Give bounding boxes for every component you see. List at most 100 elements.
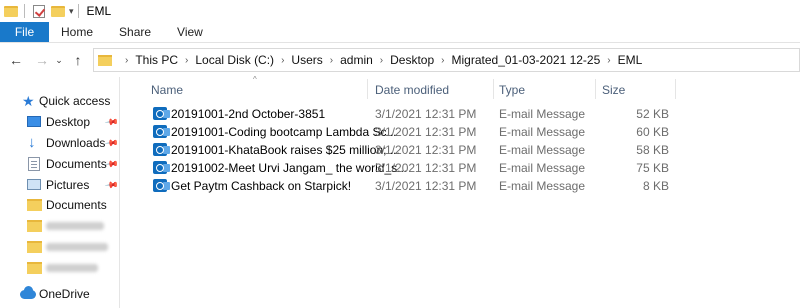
file-name: 20191001-2nd October-3851 (171, 107, 326, 121)
breadcrumb-chevron-icon[interactable]: › (125, 55, 128, 66)
pictures-icon (27, 179, 41, 190)
file-row[interactable]: 20191001-2nd October-3851 3/1/2021 12:31… (149, 105, 669, 123)
properties-icon[interactable] (33, 4, 45, 18)
back-arrow-icon[interactable]: ← (6, 52, 26, 68)
nav-label: OneDrive (39, 287, 90, 301)
breadcrumb-chevron-icon[interactable]: › (380, 55, 383, 66)
file-name: 20191001-KhataBook raises $25 million; .… (171, 143, 400, 157)
navigation-pane: ★ Quick access Desktop 📌 ↓ Downloads 📌 D… (0, 77, 120, 308)
divider (77, 4, 79, 18)
file-name: 20191002-Meet Urvi Jangam_ the world_s..… (171, 161, 408, 175)
outlook-mail-icon (153, 161, 170, 174)
file-size: 60 KB (636, 125, 669, 139)
column-divider[interactable] (675, 79, 676, 99)
documents-icon (28, 157, 40, 171)
file-date: 3/1/2021 12:31 PM (375, 161, 477, 175)
folder-icon (27, 220, 42, 232)
file-date: 3/1/2021 12:31 PM (375, 179, 477, 193)
new-folder-icon[interactable] (51, 5, 65, 17)
pin-icon[interactable]: 📌 (104, 115, 119, 131)
navigation-bar: ← → ⌄ ↑ › This PC › Local Disk (C:) › Us… (0, 43, 800, 77)
title-bar: ▾ EML (0, 0, 800, 22)
nav-label: Desktop (46, 115, 91, 129)
redacted-label (46, 222, 104, 230)
nav-pictures[interactable]: Pictures 📌 (0, 175, 120, 195)
file-size: 58 KB (636, 143, 669, 157)
nav-quick-access[interactable]: ★ Quick access (0, 91, 120, 111)
breadcrumb-users[interactable]: Users (291, 53, 322, 67)
nav-label: Quick access (39, 94, 111, 108)
forward-arrow-icon[interactable]: → (32, 52, 52, 68)
nav-documents-folder[interactable]: Documents (0, 195, 120, 215)
column-header-size[interactable]: Size (602, 83, 625, 97)
file-row[interactable]: 20191002-Meet Urvi Jangam_ the world_s..… (149, 159, 669, 177)
nav-label: Documents (46, 157, 107, 171)
column-header-date[interactable]: Date modified (375, 83, 449, 97)
nav-documents[interactable]: Documents 📌 (0, 154, 120, 174)
outlook-mail-icon (153, 143, 170, 156)
breadcrumb-admin[interactable]: admin (340, 53, 373, 67)
breadcrumb-chevron-icon[interactable]: › (281, 55, 284, 66)
nav-redacted-folder[interactable] (0, 258, 120, 278)
outlook-mail-icon (153, 107, 170, 120)
nav-onedrive[interactable]: OneDrive (0, 284, 120, 304)
file-name: 20191001-Coding bootcamp Lambda Sc... (171, 125, 397, 139)
pin-icon[interactable]: 📌 (104, 136, 119, 152)
breadcrumb-desktop[interactable]: Desktop (390, 53, 434, 67)
file-list: ^ Name Date modified Type Size 20191001-… (135, 75, 800, 308)
file-row[interactable]: 20191001-KhataBook raises $25 million; .… (149, 141, 669, 159)
folder-icon (27, 241, 42, 253)
column-divider[interactable] (367, 79, 368, 99)
breadcrumb-chevron-icon[interactable]: › (185, 55, 188, 66)
file-row[interactable]: 20191001-Coding bootcamp Lambda Sc... 3/… (149, 123, 669, 141)
column-divider[interactable] (595, 79, 596, 99)
breadcrumb-local-disk[interactable]: Local Disk (C:) (195, 53, 274, 67)
file-size: 8 KB (642, 179, 669, 193)
nav-label: Downloads (46, 136, 106, 150)
breadcrumb-chevron-icon[interactable]: › (607, 55, 610, 66)
desktop-icon (27, 116, 41, 127)
file-name: Get Paytm Cashback on Starpick! (171, 179, 352, 193)
folder-icon (27, 199, 42, 211)
file-size: 52 KB (636, 107, 669, 121)
nav-downloads[interactable]: ↓ Downloads 📌 (0, 133, 120, 153)
column-header-name[interactable]: Name (151, 83, 183, 97)
file-size: 75 KB (636, 161, 669, 175)
folder-icon (98, 54, 112, 66)
tab-share[interactable]: Share (106, 22, 164, 42)
nav-label: Documents (46, 198, 107, 212)
star-icon: ★ (22, 93, 35, 109)
up-arrow-icon[interactable]: ↑ (68, 52, 88, 68)
nav-redacted-folder[interactable] (0, 237, 120, 257)
window-title: EML (86, 4, 112, 18)
breadcrumb-chevron-icon[interactable]: › (330, 55, 333, 66)
nav-redacted-folder[interactable] (0, 216, 120, 236)
tab-file[interactable]: File (0, 22, 49, 42)
recent-locations-chevron-icon[interactable]: ⌄ (52, 55, 66, 66)
pin-icon[interactable]: 📌 (104, 178, 119, 194)
file-date: 3/1/2021 12:31 PM (375, 143, 477, 157)
breadcrumb-eml[interactable]: EML (618, 53, 643, 67)
nav-desktop[interactable]: Desktop 📌 (0, 112, 120, 132)
tab-view[interactable]: View (164, 22, 216, 42)
address-bar[interactable]: › This PC › Local Disk (C:) › Users › ad… (93, 48, 800, 72)
nav-label: Pictures (46, 178, 90, 192)
outlook-mail-icon (153, 125, 170, 138)
breadcrumb-chevron-icon[interactable]: › (441, 55, 444, 66)
customize-quick-access-icon[interactable]: ▾ (69, 6, 74, 17)
column-divider[interactable] (493, 79, 494, 99)
redacted-label (46, 264, 98, 272)
file-row[interactable]: Get Paytm Cashback on Starpick! 3/1/2021… (149, 177, 669, 195)
breadcrumb-migrated[interactable]: Migrated_01-03-2021 12-25 (452, 53, 601, 67)
tab-home[interactable]: Home (49, 22, 106, 42)
folder-icon (27, 262, 42, 274)
outlook-mail-icon (153, 179, 170, 192)
ribbon-tabs: File Home Share View (0, 22, 800, 43)
file-date: 3/1/2021 12:31 PM (375, 107, 477, 121)
cloud-icon (20, 286, 36, 299)
breadcrumb-this-pc[interactable]: This PC (135, 53, 178, 67)
download-arrow-icon: ↓ (28, 134, 36, 151)
column-header-type[interactable]: Type (499, 83, 525, 97)
redacted-label (46, 243, 108, 251)
sort-ascending-icon: ^ (253, 75, 257, 84)
